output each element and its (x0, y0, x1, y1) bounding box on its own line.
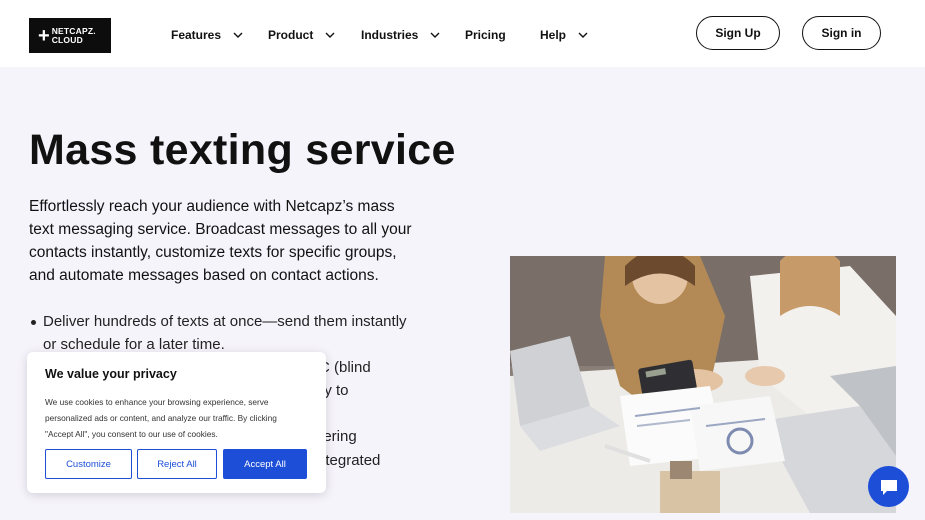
customize-button[interactable]: Customize (45, 449, 132, 479)
reject-all-button[interactable]: Reject All (137, 449, 217, 479)
nav-features[interactable]: Features (171, 26, 243, 44)
page-title: Mass texting service (29, 126, 456, 174)
nav-product[interactable]: Product (268, 26, 335, 44)
nav-product-label: Product (268, 28, 314, 42)
sign-up-button[interactable]: Sign Up (696, 16, 780, 50)
hero-description: Effortlessly reach your audience with Ne… (29, 198, 412, 284)
chevron-down-icon (430, 32, 440, 38)
site-header: + NETCAPZ. CLOUD Features Product Industr… (0, 0, 925, 67)
nav-industries-label: Industries (361, 28, 419, 42)
nav-industries[interactable]: Industries (361, 26, 440, 44)
logo-line2: CLOUD (51, 34, 83, 45)
chat-bubble-icon (880, 479, 897, 495)
accept-all-button[interactable]: Accept All (223, 449, 307, 479)
cookie-description: We use cookies to enhance your browsing … (45, 397, 277, 439)
hero-photo (510, 256, 896, 513)
feature-fragment: C (blind (319, 359, 371, 376)
cookie-title: We value your privacy (45, 367, 177, 381)
chat-widget-button[interactable] (868, 466, 909, 507)
chevron-down-icon (325, 32, 335, 38)
logo-plus-icon: + (38, 24, 50, 47)
nav-help[interactable]: Help (540, 26, 588, 44)
sign-in-button[interactable]: Sign in (802, 16, 881, 50)
nav-help-label: Help (540, 28, 567, 42)
nav-features-label: Features (171, 28, 222, 42)
feature-list: Deliver hundreds of texts at once—send t… (31, 310, 423, 356)
chevron-down-icon (233, 32, 243, 38)
feature-fragment: ntegrated (317, 452, 381, 469)
netcapz-logo[interactable]: + NETCAPZ. CLOUD (29, 18, 111, 53)
nav-pricing-label: Pricing (465, 28, 506, 42)
feature-list-item: Deliver hundreds of texts at once—send t… (31, 310, 423, 356)
logo-text: NETCAPZ. CLOUD (51, 26, 96, 45)
chevron-down-icon (578, 32, 588, 38)
nav-pricing[interactable]: Pricing (465, 26, 506, 44)
cookie-consent-banner: We value your privacy We use cookies to … (27, 352, 326, 493)
